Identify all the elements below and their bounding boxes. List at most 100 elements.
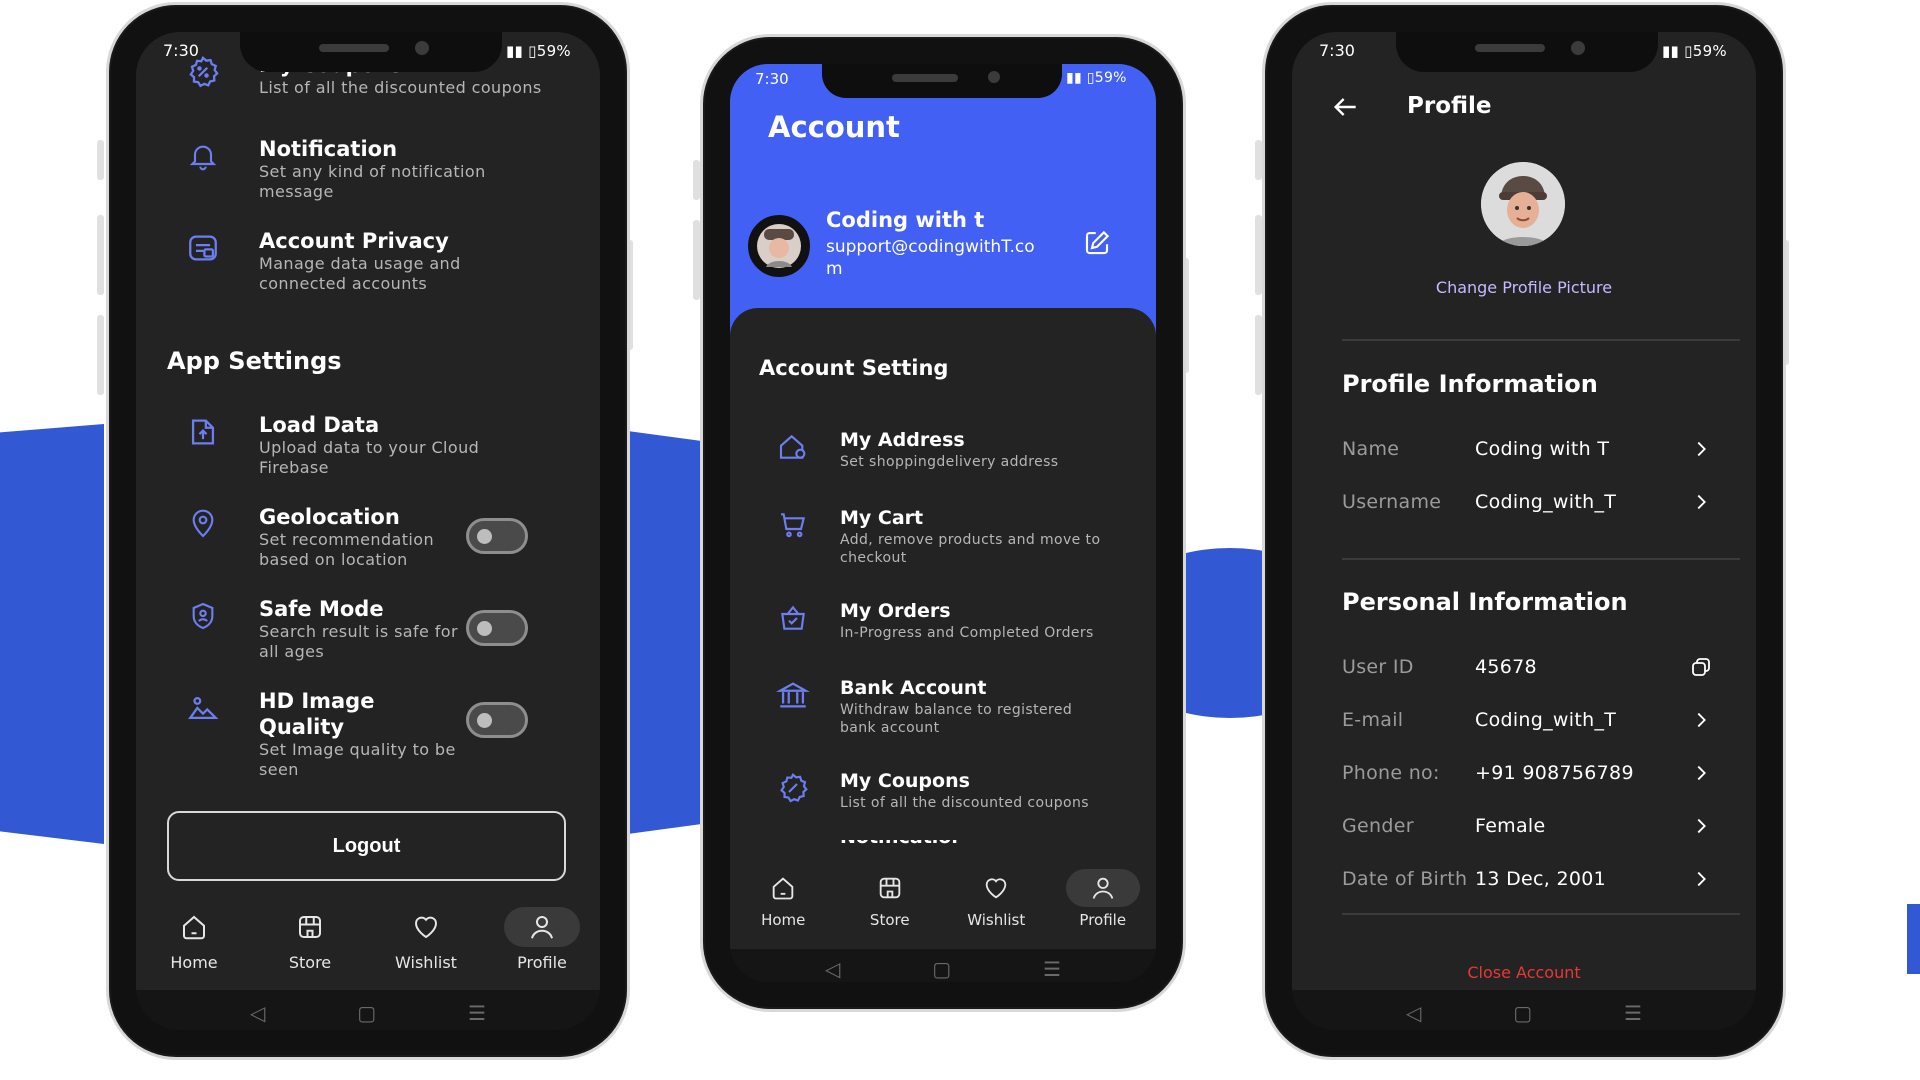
list-item-notification-clipped[interactable]: Notification xyxy=(840,840,960,850)
heart-icon xyxy=(985,878,1007,899)
list-item-subtitle: Add, remove products and move to checkou… xyxy=(840,532,1101,566)
list-item-account-privacy[interactable]: Account Privacy Manage data usage and con… xyxy=(183,228,489,294)
info-row-email[interactable]: E-mail Coding_with_T xyxy=(1342,700,1716,740)
list-item-subtitle: Withdraw balance to registered bank acco… xyxy=(840,702,1073,736)
avatar[interactable] xyxy=(1481,162,1565,246)
info-label: Date of Birth xyxy=(1342,868,1468,890)
nav-label: Profile xyxy=(517,953,567,972)
list-item-hd-image-quality[interactable]: HD Image Quality Set Image quality to be … xyxy=(183,688,459,780)
change-profile-picture-link[interactable]: Change Profile Picture xyxy=(1292,278,1756,297)
list-item-subtitle: In-Progress and Completed Orders xyxy=(840,625,1094,641)
chevron-right-icon[interactable] xyxy=(1686,438,1716,460)
list-item-title: My Coupons xyxy=(840,770,970,792)
info-label: Name xyxy=(1342,438,1400,460)
phone-side-button xyxy=(693,220,700,300)
info-value: Female xyxy=(1475,815,1546,837)
nav-label: Home xyxy=(761,911,806,929)
menu-icon[interactable]: ☰ xyxy=(1624,1001,1642,1025)
info-row-date-of-birth[interactable]: Date of Birth 13 Dec, 2001 xyxy=(1342,859,1716,899)
heart-icon xyxy=(414,916,438,939)
divider xyxy=(1342,558,1740,560)
info-row-user-id[interactable]: User ID 45678 xyxy=(1342,647,1716,687)
list-item-my-coupons[interactable]: My Coupons List of all the discounted cou… xyxy=(776,768,1089,812)
background-shape-edge xyxy=(1907,904,1920,974)
info-row-username[interactable]: Username Coding_with_T xyxy=(1342,482,1716,522)
store-icon xyxy=(299,916,321,938)
bag-icon xyxy=(776,598,810,638)
chevron-right-icon[interactable] xyxy=(1686,815,1716,837)
app-settings-heading: App Settings xyxy=(167,347,342,375)
nav-profile[interactable]: Profile xyxy=(492,907,592,972)
home-button-icon[interactable]: ▢ xyxy=(1513,1001,1532,1025)
info-value: 45678 xyxy=(1475,656,1537,678)
edit-icon[interactable] xyxy=(1082,228,1112,262)
list-item-my-address[interactable]: My Address Set shoppingdelivery address xyxy=(776,427,1058,471)
list-item-load-data[interactable]: Load Data Upload data to your Cloud Fireb… xyxy=(183,412,489,478)
bank-icon xyxy=(776,675,810,715)
list-item-bank-account[interactable]: Bank Account Withdraw balance to register… xyxy=(776,675,1100,737)
nav-store[interactable]: Store xyxy=(845,869,935,929)
info-row-gender[interactable]: Gender Female xyxy=(1342,806,1716,846)
chevron-right-icon[interactable] xyxy=(1686,868,1716,890)
phone-side-button xyxy=(1255,140,1262,180)
list-item-my-cart[interactable]: My Cart Add, remove products and move to … xyxy=(776,505,1110,567)
nav-label: Wishlist xyxy=(395,953,457,972)
divider xyxy=(1342,339,1740,341)
back-arrow-icon[interactable] xyxy=(1329,91,1361,127)
close-account-link[interactable]: Close Account xyxy=(1292,963,1756,982)
status-time: 7:30 xyxy=(163,41,199,60)
copy-icon[interactable] xyxy=(1686,655,1716,679)
nav-home[interactable]: Home xyxy=(738,869,828,929)
privacy-icon xyxy=(183,228,223,268)
status-time: 7:30 xyxy=(1319,41,1355,60)
info-row-phone[interactable]: Phone no: +91 908756789 xyxy=(1342,753,1716,793)
list-item-geolocation[interactable]: Geolocation Set recommendation based on l… xyxy=(183,504,459,570)
chevron-right-icon[interactable] xyxy=(1686,709,1716,731)
list-item-notification[interactable]: Notification Set any kind of notification… xyxy=(183,136,499,202)
settings-screen: My CouponsList of all the discounted cou… xyxy=(136,32,600,1030)
nav-wishlist[interactable]: Wishlist xyxy=(376,907,476,972)
phone-frame-settings: My CouponsList of all the discounted cou… xyxy=(106,2,630,1060)
chevron-right-icon[interactable] xyxy=(1686,491,1716,513)
list-item-safe-mode[interactable]: Safe Mode Search result is safe for all a… xyxy=(183,596,459,662)
image-icon xyxy=(183,688,223,728)
page-title: Account xyxy=(768,110,900,144)
list-item-title: My Orders xyxy=(840,600,951,622)
nav-label: Store xyxy=(288,953,332,972)
back-icon[interactable]: ◁ xyxy=(1406,1001,1421,1025)
phone-side-button xyxy=(1255,215,1262,295)
home-button-icon[interactable]: ▢ xyxy=(932,957,951,981)
menu-icon[interactable]: ☰ xyxy=(1043,957,1061,981)
nav-home[interactable]: Home xyxy=(144,907,244,972)
chevron-right-icon[interactable] xyxy=(1686,762,1716,784)
list-item-my-orders[interactable]: My Orders In-Progress and Completed Order… xyxy=(776,598,1094,642)
info-row-name[interactable]: Name Coding with T xyxy=(1342,429,1716,469)
home-button-icon[interactable]: ▢ xyxy=(357,1001,376,1025)
home-pin-icon xyxy=(776,427,810,467)
info-value: 13 Dec, 2001 xyxy=(1475,868,1607,890)
list-item-title: Geolocation xyxy=(259,505,400,529)
nav-wishlist[interactable]: Wishlist xyxy=(951,869,1041,929)
hd-image-quality-toggle[interactable] xyxy=(466,702,528,738)
list-item-subtitle: Upload data to your Cloud Firebase xyxy=(259,438,480,477)
home-icon xyxy=(183,915,205,940)
geolocation-toggle[interactable] xyxy=(466,518,528,554)
personal-information-heading: Personal Information xyxy=(1342,588,1628,616)
menu-icon[interactable]: ☰ xyxy=(468,1001,486,1025)
nav-store[interactable]: Store xyxy=(260,907,360,972)
phone-notch xyxy=(240,32,502,72)
avatar[interactable] xyxy=(748,215,810,277)
toggle-knob xyxy=(477,621,492,636)
safe-mode-toggle[interactable] xyxy=(466,610,528,646)
status-battery: ▮▮ ▯59% xyxy=(1662,42,1727,60)
store-icon xyxy=(879,877,901,899)
logout-button[interactable]: Logout xyxy=(167,811,566,881)
background-shape-middle xyxy=(620,430,710,835)
back-icon[interactable]: ◁ xyxy=(250,1001,265,1025)
info-value: Coding_with_T xyxy=(1475,709,1617,731)
nav-profile[interactable]: Profile xyxy=(1058,869,1148,929)
phone-side-button xyxy=(693,160,700,200)
phone-frame-profile: Profile Change Profile Picture Profile I… xyxy=(1262,2,1786,1060)
back-icon[interactable]: ◁ xyxy=(825,957,840,981)
nav-label: Home xyxy=(170,953,218,972)
